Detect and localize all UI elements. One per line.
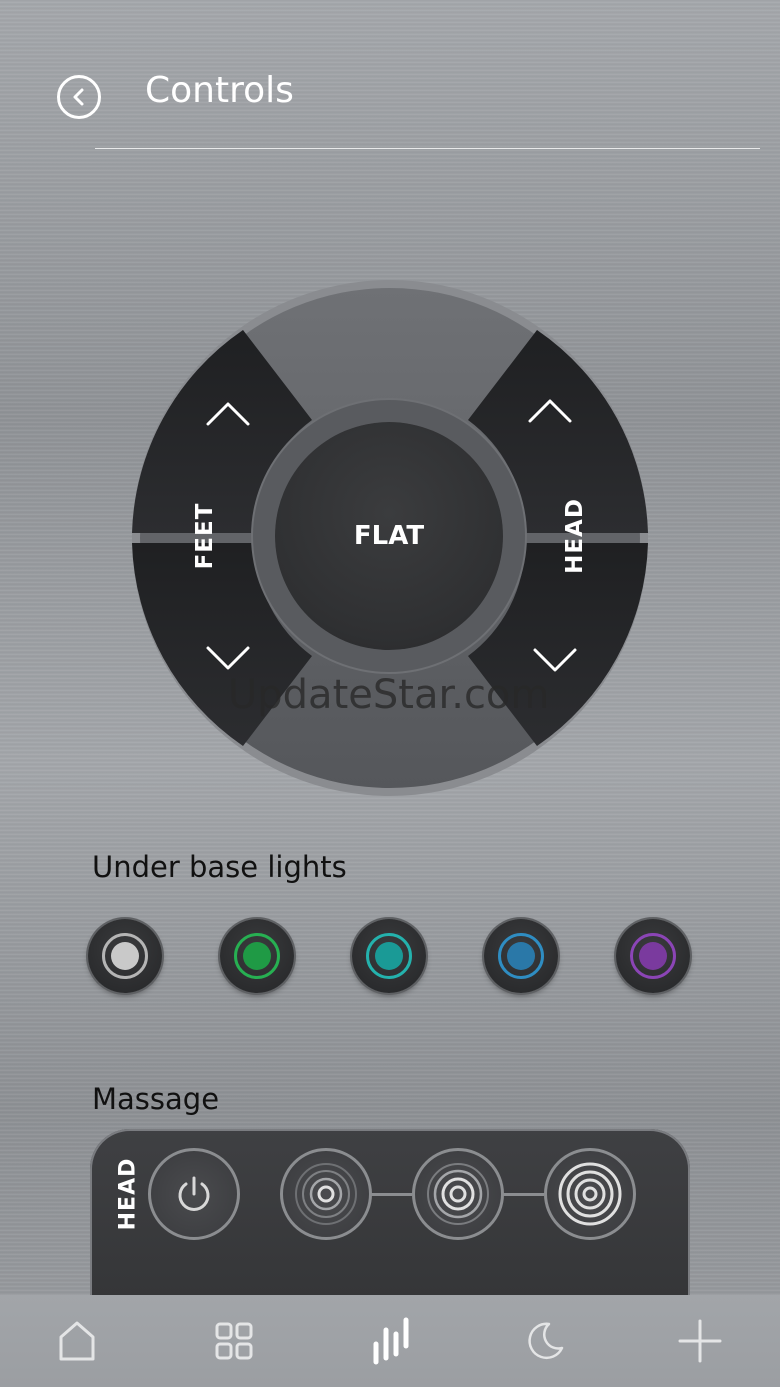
back-button[interactable] <box>57 75 101 119</box>
light-dot <box>375 942 403 970</box>
light-teal-button[interactable] <box>352 919 426 993</box>
light-blue-button[interactable] <box>484 919 558 993</box>
light-ring <box>234 933 280 979</box>
massage-level-connector <box>502 1193 544 1196</box>
plus-icon <box>678 1319 722 1363</box>
page-title: Controls <box>145 70 294 111</box>
light-dot <box>639 942 667 970</box>
light-green-button[interactable] <box>220 919 294 993</box>
massage-power-button[interactable] <box>148 1148 240 1240</box>
flat-button[interactable]: FLAT <box>275 422 503 650</box>
power-icon <box>178 1176 210 1211</box>
nav-sleep[interactable] <box>515 1315 575 1367</box>
nav-home[interactable] <box>47 1315 107 1367</box>
nav-grid[interactable] <box>204 1315 264 1367</box>
header-divider <box>95 148 760 149</box>
light-dot <box>111 942 139 970</box>
moon-icon <box>528 1322 564 1360</box>
massage-level-2-button[interactable] <box>412 1148 504 1240</box>
intensity-medium-icon <box>427 1163 489 1225</box>
light-ring <box>366 933 412 979</box>
intensity-high-icon <box>558 1162 622 1226</box>
head-label: HEAD <box>562 498 588 574</box>
lights-section-title: Under base lights <box>92 850 347 884</box>
grid-icon <box>215 1322 253 1360</box>
light-ring <box>630 933 676 979</box>
massage-level-connector <box>370 1193 412 1196</box>
massage-level-3-button[interactable] <box>544 1148 636 1240</box>
flat-label: FLAT <box>353 521 425 551</box>
watermark: UpdateStar.com <box>228 672 550 718</box>
massage-level-1-button[interactable] <box>280 1148 372 1240</box>
chevron-left-icon <box>73 88 84 106</box>
light-dot <box>243 942 271 970</box>
light-white-button[interactable] <box>88 919 162 993</box>
feet-label: FEET <box>192 502 218 570</box>
massage-section-title: Massage <box>92 1082 220 1116</box>
nav-add[interactable] <box>670 1315 730 1367</box>
intensity-low-icon <box>295 1163 357 1225</box>
light-purple-button[interactable] <box>616 919 690 993</box>
massage-zone-label: HEAD <box>115 1157 141 1231</box>
home-icon <box>59 1321 95 1361</box>
light-ring <box>102 933 148 979</box>
light-ring <box>498 933 544 979</box>
light-dot <box>507 942 535 970</box>
nav-controls[interactable] <box>360 1315 420 1367</box>
bars-icon <box>373 1317 409 1365</box>
